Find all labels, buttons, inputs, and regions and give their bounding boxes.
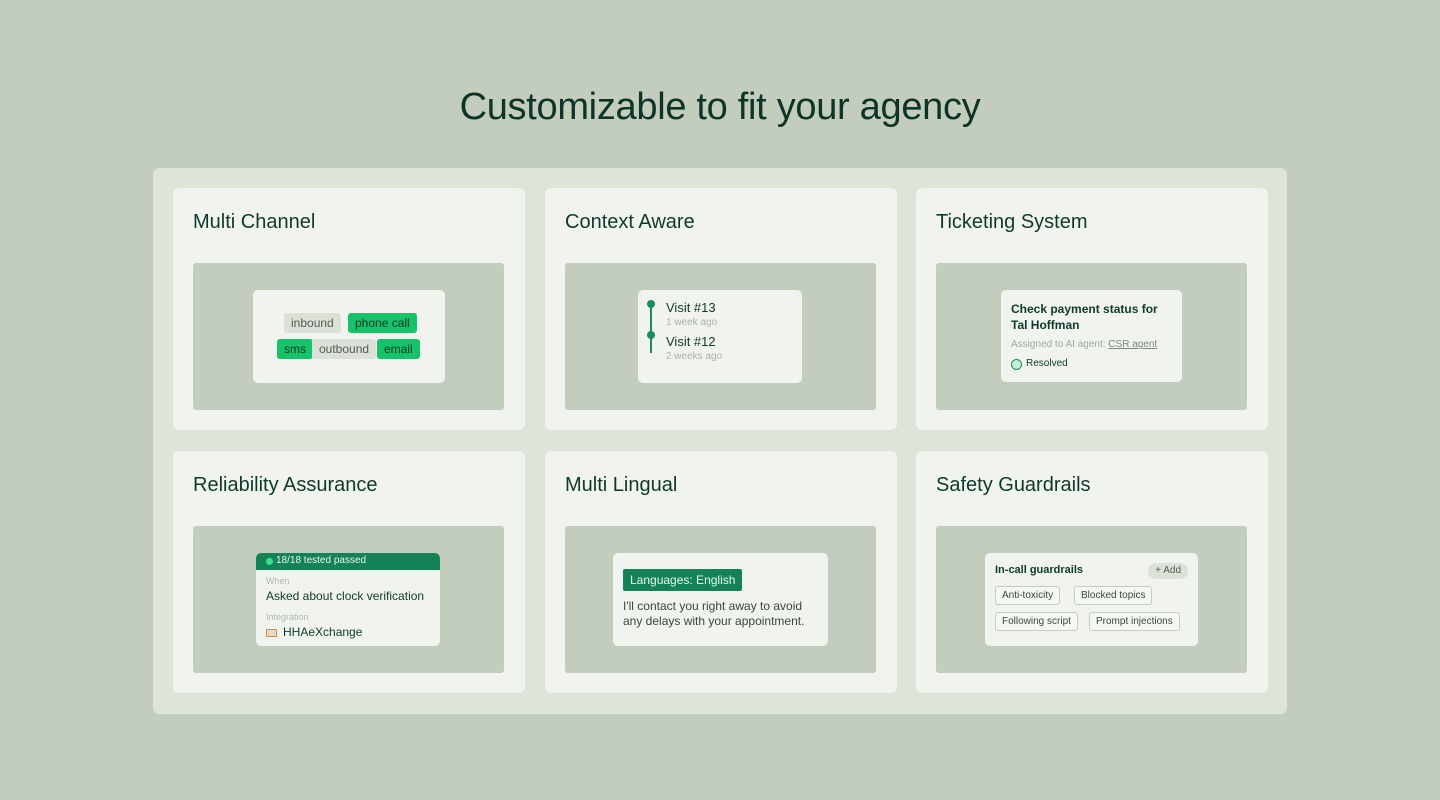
chip-email[interactable]: email: [377, 339, 420, 359]
status-dot-icon: [266, 558, 273, 565]
visit-time: 2 weeks ago: [666, 351, 723, 362]
ticket-status: Resolved: [1026, 358, 1068, 369]
agent-message: I'll contact you right away to avoid any…: [623, 599, 805, 628]
features-panel: Multi Channel inbound phone call sms out…: [153, 168, 1287, 714]
card-multi-channel: Multi Channel inbound phone call sms out…: [173, 188, 525, 430]
language-message-card: Languages: English I'll contact you righ…: [613, 553, 828, 646]
guardrail-tag[interactable]: Following script: [995, 612, 1078, 631]
card-title: Reliability Assurance: [193, 474, 378, 496]
visit-title[interactable]: Visit #13: [666, 300, 716, 315]
card-preview: Languages: English I'll contact you righ…: [565, 526, 876, 673]
card-preview: inbound phone call sms outbound email: [193, 263, 504, 410]
assigned-prefix: Assigned to AI agent:: [1011, 339, 1106, 350]
card-title: Context Aware: [565, 211, 695, 233]
tests-passed-label: 18/18 tested passed: [276, 555, 367, 566]
chip-outbound[interactable]: outbound: [312, 339, 377, 359]
hhaexchange-logo-icon: [266, 629, 277, 637]
card-preview: Check payment status for Tal Hoffman Ass…: [936, 263, 1247, 410]
add-guardrail-button[interactable]: + Add: [1148, 563, 1188, 579]
when-label: When: [266, 576, 290, 586]
card-title: Ticketing System: [936, 211, 1088, 233]
integration-label: Integration: [266, 612, 309, 622]
card-safety-guardrails: Safety Guardrails In-call guardrails + A…: [916, 451, 1268, 693]
visit-time: 1 week ago: [666, 317, 718, 328]
timeline-line: [650, 303, 652, 353]
assigned-agent-link[interactable]: CSR agent: [1108, 339, 1157, 350]
language-badge[interactable]: Languages: English: [623, 569, 743, 591]
when-value: Asked about clock verification: [266, 589, 425, 603]
chip-sms[interactable]: sms: [277, 339, 313, 359]
test-status-bar: 18/18 tested passed: [256, 553, 440, 570]
visit-title[interactable]: Visit #12: [666, 334, 716, 349]
timeline-dot-icon: [647, 300, 655, 308]
ticket-assignment: Assigned to AI agent: CSR agent: [1011, 339, 1157, 350]
visit-history: Visit #13 1 week ago Visit #12 2 weeks a…: [638, 290, 802, 383]
card-preview: In-call guardrails + Add Anti-toxicity B…: [936, 526, 1247, 673]
card-ticketing-system: Ticketing System Check payment status fo…: [916, 188, 1268, 430]
page-headline: Customizable to fit your agency: [459, 86, 981, 128]
ticket-title: Check payment status for Tal Hoffman: [1011, 302, 1158, 332]
card-preview: 18/18 tested passed When Asked about clo…: [193, 526, 504, 673]
ticket-card[interactable]: Check payment status for Tal Hoffman Ass…: [1001, 290, 1182, 382]
card-title: Multi Channel: [193, 211, 316, 233]
card-preview: Visit #13 1 week ago Visit #12 2 weeks a…: [565, 263, 876, 410]
guardrails-card: In-call guardrails + Add Anti-toxicity B…: [985, 553, 1198, 646]
card-title: Multi Lingual: [565, 474, 678, 496]
timeline-dot-icon: [647, 331, 655, 339]
card-reliability-assurance: Reliability Assurance 18/18 tested passe…: [173, 451, 525, 693]
card-multi-lingual: Multi Lingual Languages: English I'll co…: [545, 451, 897, 693]
chip-inbound[interactable]: inbound: [284, 313, 341, 333]
guardrail-tag[interactable]: Blocked topics: [1074, 586, 1153, 605]
integration-value: HHAeXchange: [283, 625, 363, 639]
card-title: Safety Guardrails: [936, 474, 1091, 496]
guardrail-tag[interactable]: Prompt injections: [1089, 612, 1180, 631]
chip-phone-call[interactable]: phone call: [348, 313, 417, 333]
channel-chip-box: inbound phone call sms outbound email: [253, 290, 445, 383]
guardrail-tag[interactable]: Anti-toxicity: [995, 586, 1061, 605]
card-context-aware: Context Aware Visit #13 1 week ago Visit…: [545, 188, 897, 430]
resolved-circle-icon: [1011, 359, 1022, 370]
guardrails-title: In-call guardrails: [995, 564, 1084, 576]
test-result-card: 18/18 tested passed When Asked about clo…: [256, 553, 440, 646]
